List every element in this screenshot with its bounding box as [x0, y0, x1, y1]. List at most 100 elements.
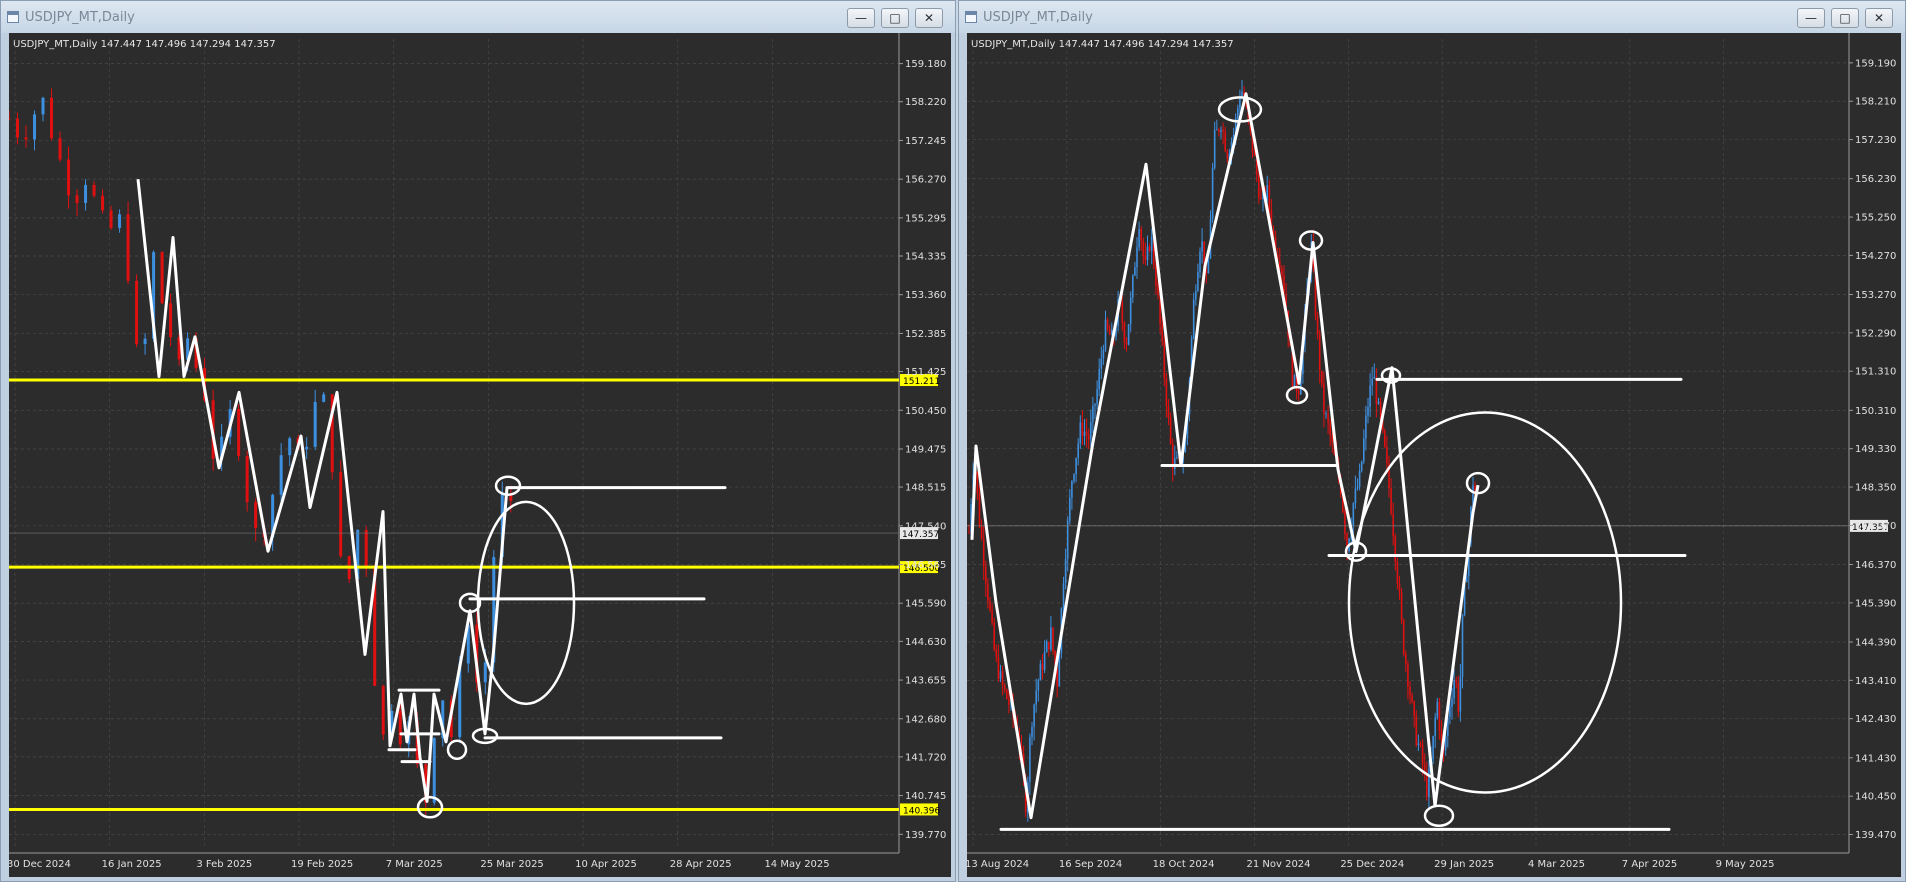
candle-body	[1071, 481, 1073, 498]
candle-body	[50, 97, 54, 139]
candle-body	[1417, 743, 1420, 746]
candle-body	[1293, 374, 1296, 387]
candle-body	[1037, 680, 1040, 691]
candle-body	[313, 401, 317, 447]
candle-body	[1222, 129, 1224, 132]
level-price-label: 151.211	[903, 377, 940, 387]
price-axis-label: 156.230	[1855, 174, 1896, 185]
candle-body	[1358, 470, 1361, 488]
candle-body	[9, 118, 11, 120]
candle-body	[1419, 743, 1422, 745]
maximize-button[interactable]: □	[1831, 8, 1859, 28]
candle-body	[1092, 405, 1094, 422]
candle-body	[1041, 663, 1044, 670]
candle-body	[1356, 487, 1359, 489]
candle-body	[58, 138, 62, 160]
candle-body	[135, 280, 139, 345]
price-axis-label: 158.210	[1855, 97, 1896, 108]
candle-body	[381, 685, 385, 735]
minimize-button[interactable]: —	[847, 8, 875, 28]
candle-body	[1073, 474, 1075, 482]
candle-body	[84, 184, 88, 203]
candle-body	[1415, 716, 1418, 746]
price-axis-label: 142.680	[905, 714, 946, 725]
candle-body	[1455, 680, 1457, 683]
candle-body	[1398, 583, 1401, 593]
candle-body	[1451, 698, 1453, 707]
candle-body	[1138, 229, 1140, 248]
candle-body	[1253, 151, 1256, 157]
candle-body	[1176, 457, 1178, 459]
chart-area[interactable]: USDJPY_MT,Daily 147.447 147.496 147.294 …	[967, 33, 1901, 877]
price-chart-left[interactable]: USDJPY_MT,Daily 147.447 147.496 147.294 …	[9, 33, 953, 879]
price-axis-label: 159.190	[1855, 58, 1896, 69]
zigzag-drawing	[136, 179, 509, 803]
candle-body	[1354, 488, 1357, 504]
candle-body	[1260, 198, 1262, 200]
chart-area[interactable]: USDJPY_MT,Daily 147.447 147.496 147.294 …	[9, 33, 951, 877]
candle-body	[1129, 297, 1132, 325]
time-axis-label: 14 May 2025	[764, 859, 829, 870]
price-axis-label: 140.450	[1855, 792, 1896, 803]
window-titlebar[interactable]: USDJPY_MT,Daily — □ ✕	[1, 1, 955, 33]
candle-body	[1174, 458, 1176, 470]
price-axis-label: 149.330	[1855, 444, 1896, 455]
candle-body	[1459, 677, 1462, 712]
candle-body	[1327, 413, 1329, 423]
candle-body	[993, 622, 995, 650]
price-axis-label: 147.540	[905, 521, 946, 532]
candle-body	[1106, 319, 1109, 329]
candle-body	[1224, 131, 1226, 152]
window-title: USDJPY_MT,Daily	[25, 10, 135, 25]
time-axis-label: 9 May 2025	[1716, 859, 1775, 870]
candle-body	[1428, 768, 1430, 797]
candle-body	[1039, 663, 1042, 681]
candle-body	[987, 583, 989, 601]
price-axis-label: 150.450	[905, 406, 946, 417]
candle-body	[1077, 443, 1079, 458]
candle-body	[339, 472, 343, 557]
candle-body	[1377, 401, 1380, 404]
candle-body	[995, 649, 998, 658]
candle-body	[1318, 334, 1321, 371]
candle-body	[1396, 562, 1399, 584]
candle-body	[1434, 717, 1436, 737]
candle-body	[1213, 130, 1216, 168]
chart-window-left: USDJPY_MT,Daily — □ ✕ USDJPY_MT,Daily 14…	[0, 0, 956, 882]
candle-body	[1052, 627, 1054, 651]
candle-body	[1123, 323, 1126, 343]
candle-body	[1144, 255, 1147, 260]
chart-window-right: USDJPY_MT,Daily — □ ✕ USDJPY_MT,Daily 14…	[958, 0, 1906, 882]
candle-body	[1167, 406, 1170, 418]
close-button[interactable]: ✕	[1865, 8, 1893, 28]
candle-body	[999, 671, 1002, 679]
maximize-button[interactable]: □	[881, 8, 909, 28]
candle-body	[1029, 737, 1031, 782]
candle-body	[1226, 151, 1229, 159]
price-axis-label: 147.370	[1855, 521, 1896, 532]
drawn-circle	[446, 739, 468, 760]
candle-body	[1195, 290, 1197, 300]
chart-window-icon	[7, 11, 19, 23]
candle-body	[1127, 324, 1130, 345]
candle-body	[245, 455, 249, 503]
window-titlebar[interactable]: USDJPY_MT,Daily — □ ✕	[959, 1, 1905, 33]
candle-body	[1079, 422, 1082, 444]
candle-body	[1371, 378, 1373, 386]
close-button[interactable]: ✕	[915, 8, 943, 28]
candle-body	[364, 529, 368, 567]
price-axis-label: 140.745	[905, 791, 946, 802]
time-axis-label: 10 Apr 2025	[575, 859, 637, 870]
candle-body	[169, 303, 173, 338]
candle-body	[305, 446, 309, 450]
time-axis-label: 4 Mar 2025	[1528, 859, 1585, 870]
candle-body	[1201, 241, 1203, 252]
time-axis-label: 3 Feb 2025	[196, 859, 252, 870]
candle-body	[1134, 267, 1136, 276]
candle-body	[985, 566, 987, 584]
level-price-label: 140.396	[903, 806, 940, 816]
drawn-circle	[416, 796, 444, 819]
minimize-button[interactable]: —	[1797, 8, 1825, 28]
price-axis-label: 144.390	[1855, 638, 1896, 649]
price-chart-right[interactable]: USDJPY_MT,Daily 147.447 147.496 147.294 …	[967, 33, 1903, 879]
